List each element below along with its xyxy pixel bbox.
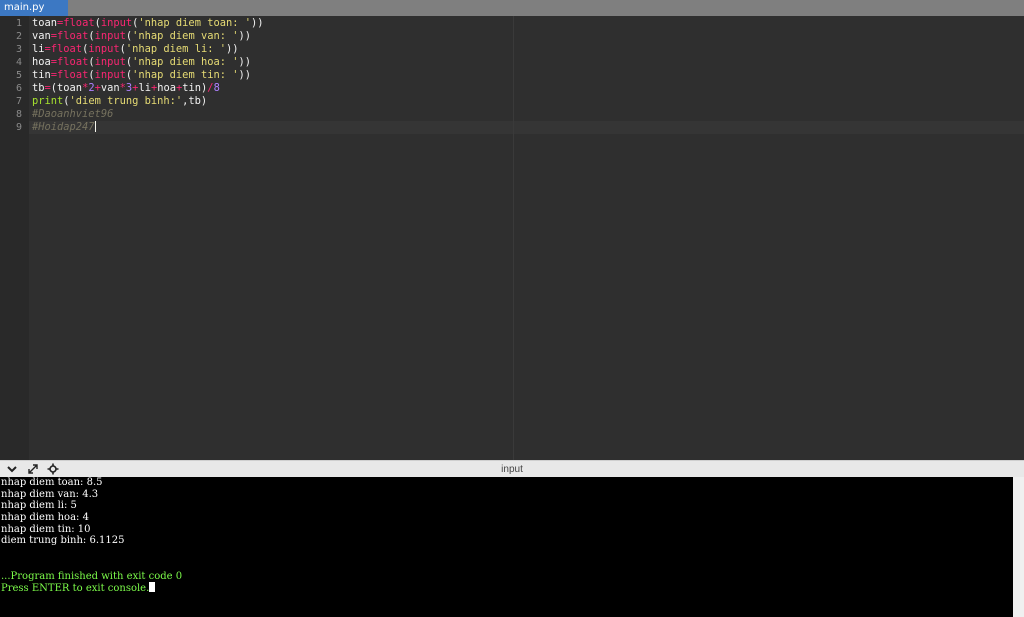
token-variable: li bbox=[32, 43, 45, 55]
console-line: nhap diem hoa: 4 bbox=[1, 512, 89, 524]
text-caret bbox=[94, 121, 96, 132]
token-builtin: float bbox=[57, 69, 89, 81]
token-string: 'nhap diem li: ' bbox=[125, 43, 226, 55]
tab-main-py[interactable]: main.py bbox=[0, 0, 68, 16]
line-number: 8 bbox=[15, 109, 22, 120]
token-string: 'nhap diem hoa: ' bbox=[132, 56, 239, 68]
token-variable: van bbox=[32, 30, 51, 42]
console-line: nhap diem toan: 8.5 bbox=[1, 477, 103, 488]
console-output[interactable]: nhap diem toan: 8.5 nhap diem van: 4.3 n… bbox=[0, 477, 1013, 617]
token-builtin: input bbox=[88, 43, 120, 55]
line-number: 4 bbox=[15, 57, 22, 68]
token-string: 'nhap diem tin: ' bbox=[132, 69, 239, 81]
console-header: input bbox=[0, 460, 1024, 478]
token-function: print bbox=[32, 95, 64, 107]
token-paren: )) bbox=[225, 43, 239, 55]
line-number: 5 bbox=[15, 70, 22, 81]
token-string: 'nhap diem van: ' bbox=[132, 30, 239, 42]
token-variable: hoa bbox=[32, 56, 51, 68]
token-string: 'diem trung binh:' bbox=[69, 95, 183, 107]
tab-bar: main.py bbox=[0, 0, 1024, 16]
token-builtin: float bbox=[50, 43, 83, 55]
line-number: 1 bbox=[15, 18, 22, 29]
code-line[interactable]: toan=float(input('nhap diem toan: ')) bbox=[32, 17, 1024, 30]
console-title: input bbox=[501, 464, 523, 475]
line-number: 3 bbox=[15, 44, 22, 55]
token-builtin: input bbox=[94, 56, 126, 68]
line-number: 2 bbox=[15, 31, 22, 42]
token-builtin: float bbox=[57, 56, 89, 68]
line-number: 7 bbox=[15, 96, 22, 107]
line-number: 9 bbox=[15, 122, 22, 133]
console-cursor bbox=[149, 582, 156, 593]
token-builtin: input bbox=[94, 30, 126, 42]
code-line[interactable]: li=float(input('nhap diem li: ')) bbox=[32, 43, 1024, 56]
line-number-gutter: 1 2 3 4 5 6 7 8 9 bbox=[0, 16, 29, 460]
line-number: 6 bbox=[15, 83, 22, 94]
console-scrollbar[interactable] bbox=[1013, 477, 1024, 617]
code-line[interactable]: #Daoanhviet96 bbox=[32, 108, 1024, 121]
token-builtin: float bbox=[57, 30, 89, 42]
code-line[interactable]: tb=(toan*2+van*3+li+hoa+tin)/8 bbox=[32, 82, 1024, 95]
token-variable: li bbox=[138, 82, 151, 94]
exit-prompt-line: Press ENTER to exit console. bbox=[0, 582, 1013, 594]
code-line[interactable]: van=float(input('nhap diem van: ')) bbox=[32, 30, 1024, 43]
code-area[interactable]: toan=float(input('nhap diem toan: ')) va… bbox=[32, 17, 1024, 134]
token-string: 'nhap diem toan: ' bbox=[138, 17, 251, 29]
token-comment: #Hoidap247 bbox=[32, 121, 95, 133]
code-editor[interactable]: 1 2 3 4 5 6 7 8 9 toan=float(input('nhap… bbox=[0, 16, 1024, 460]
token-expression: (toan bbox=[50, 82, 83, 94]
code-line[interactable]: hoa=float(input('nhap diem hoa: ')) bbox=[32, 56, 1024, 69]
token-builtin: float bbox=[63, 17, 95, 29]
code-line[interactable]: tin=float(input('nhap diem tin: ')) bbox=[32, 69, 1024, 82]
console-line: nhap diem van: 4.3 bbox=[1, 488, 99, 500]
token-variable: toan bbox=[32, 17, 58, 29]
token-paren: )) bbox=[238, 69, 252, 81]
console-line: nhap diem tin: 10 bbox=[1, 523, 91, 535]
token-paren: )) bbox=[238, 56, 252, 68]
token-expression: tin) bbox=[182, 82, 208, 94]
token-variable: tin bbox=[32, 69, 51, 81]
token-builtin: input bbox=[94, 69, 126, 81]
token-paren: )) bbox=[238, 30, 252, 42]
token-variable: tb bbox=[32, 82, 45, 94]
token-variable: hoa bbox=[157, 82, 176, 94]
token-expression: ,tb) bbox=[182, 95, 208, 107]
token-number: 8 bbox=[213, 82, 220, 94]
token-comment: #Daoanhviet96 bbox=[32, 108, 114, 120]
code-line[interactable]: print('diem trung binh:',tb) bbox=[32, 95, 1024, 108]
console-line: nhap diem li: 5 bbox=[1, 500, 77, 512]
console-line: diem trung binh: 6.1125 bbox=[1, 535, 125, 547]
token-variable: van bbox=[100, 82, 120, 94]
token-builtin: input bbox=[100, 17, 133, 29]
exit-prompt-text: Press ENTER to exit console. bbox=[1, 583, 150, 595]
code-line[interactable]: #Hoidap247 bbox=[32, 121, 1024, 134]
exit-status-line: ...Program finished with exit code 0 bbox=[1, 570, 183, 582]
token-paren: )) bbox=[251, 17, 264, 29]
